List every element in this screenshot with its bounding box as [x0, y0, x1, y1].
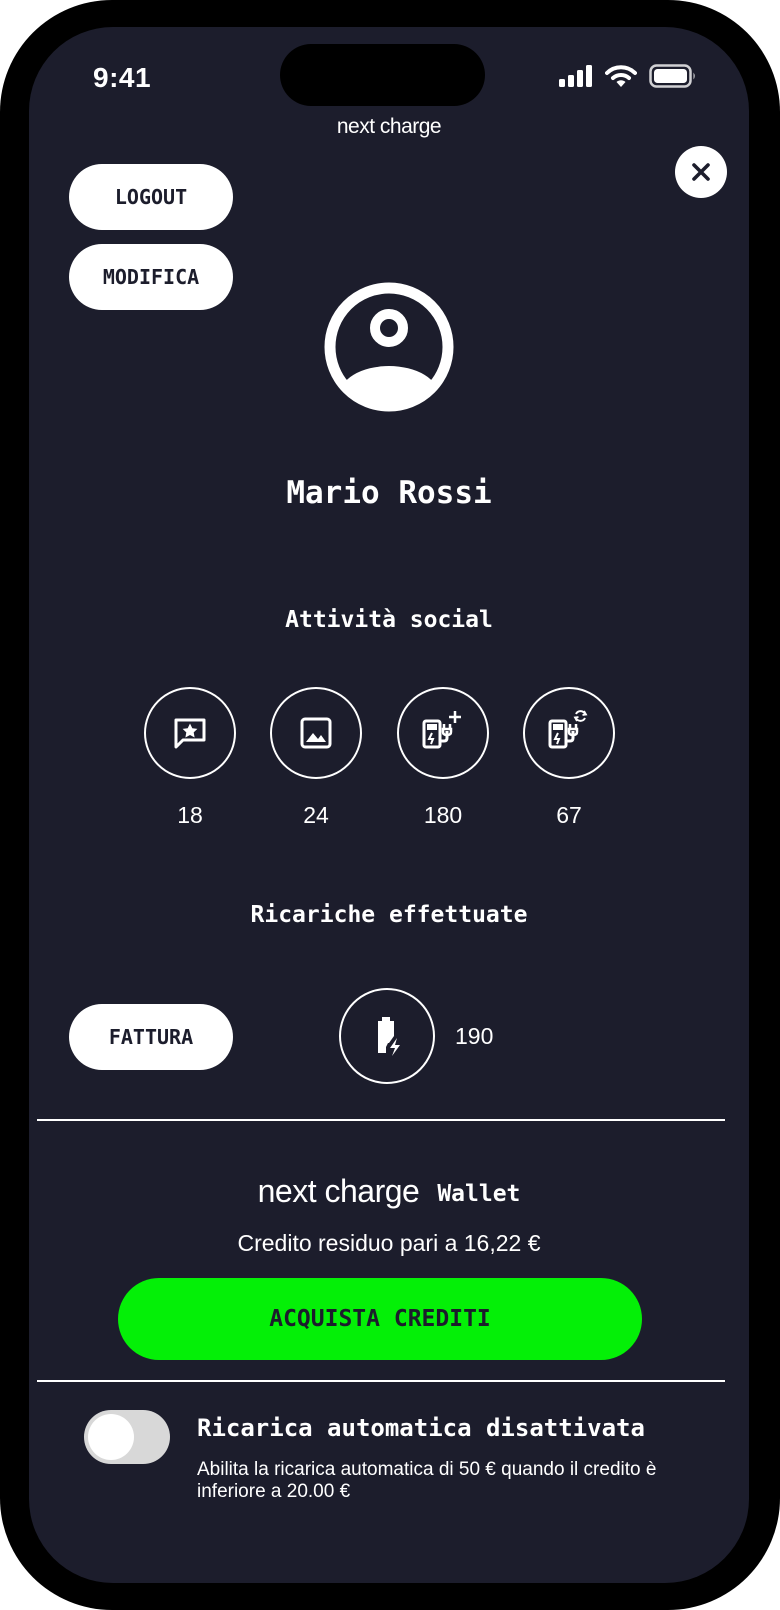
review-star-icon — [174, 718, 206, 749]
volume-up-button — [0, 392, 8, 494]
divider-top — [37, 1119, 725, 1121]
battery-charge-icon — [378, 1017, 400, 1056]
volume-down-button — [0, 530, 8, 632]
app-screen: 9:41 next charge LOGOUT MODIFICA Mario R… — [29, 27, 749, 1583]
charger-sync-icon — [548, 710, 588, 749]
social-activity-title: Attività social — [285, 607, 493, 633]
wallet-header: next charge Wallet — [29, 1173, 749, 1210]
status-time: 9:41 — [93, 62, 152, 93]
recharges-count: 190 — [455, 1023, 494, 1049]
close-button[interactable] — [675, 146, 727, 198]
brand-logo: next charge — [336, 115, 442, 138]
wallet-brand-logo: next charge — [257, 1173, 420, 1209]
divider-bottom — [37, 1380, 725, 1382]
toggle-knob — [88, 1414, 134, 1460]
charger-added-count: 180 — [423, 802, 463, 828]
avatar-icon — [324, 282, 454, 412]
mute-switch — [0, 282, 8, 340]
close-icon — [692, 163, 710, 181]
invoice-button[interactable]: FATTURA — [69, 1004, 233, 1070]
battery-icon — [649, 64, 695, 88]
charger-updated-stat[interactable] — [523, 687, 615, 779]
recharges-stat[interactable] — [339, 988, 435, 1084]
reviews-count: 18 — [177, 802, 203, 828]
wifi-icon — [605, 65, 637, 87]
power-button — [772, 465, 780, 635]
signal-icon — [559, 65, 592, 87]
photos-count: 24 — [303, 802, 329, 828]
auto-recharge-toggle[interactable] — [84, 1410, 170, 1464]
image-icon — [300, 717, 332, 749]
charger-updated-count: 67 — [556, 802, 582, 828]
auto-recharge-title: Ricarica automatica disattivata — [197, 1414, 645, 1442]
edit-profile-button[interactable]: MODIFICA — [69, 244, 233, 310]
reviews-stat[interactable] — [144, 687, 236, 779]
photos-stat[interactable] — [270, 687, 362, 779]
dynamic-island — [280, 44, 485, 106]
wallet-label: Wallet — [437, 1181, 521, 1207]
auto-recharge-description: Abilita la ricarica automatica di 50 € q… — [197, 1459, 657, 1502]
recharges-title: Ricariche effettuate — [250, 902, 528, 928]
user-name: Mario Rossi — [286, 475, 492, 511]
charger-add-icon — [422, 711, 461, 749]
status-icons — [559, 64, 697, 88]
buy-credits-button[interactable]: ACQUISTA CREDITI — [118, 1278, 642, 1360]
charger-added-stat[interactable] — [397, 687, 489, 779]
logout-button[interactable]: LOGOUT — [69, 164, 233, 230]
credit-balance: Credito residuo pari a 16,22 € — [237, 1230, 541, 1256]
